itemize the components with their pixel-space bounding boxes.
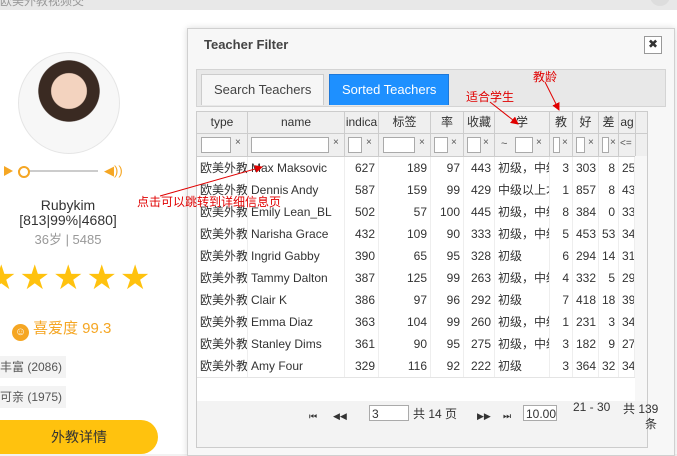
- annotation-suitable-students: 适合学生: [466, 90, 515, 104]
- annotation-click-hint: 点击可以跳转到详细信息页: [137, 195, 282, 209]
- annotation-teaching-years: 教龄: [533, 70, 558, 84]
- annotation-arrow-suitable-students: [489, 101, 519, 125]
- annotation-arrow-teaching-years: [544, 81, 560, 111]
- annotation-arrow-click-hint: [159, 165, 263, 197]
- annotation-arrows: [159, 81, 560, 197]
